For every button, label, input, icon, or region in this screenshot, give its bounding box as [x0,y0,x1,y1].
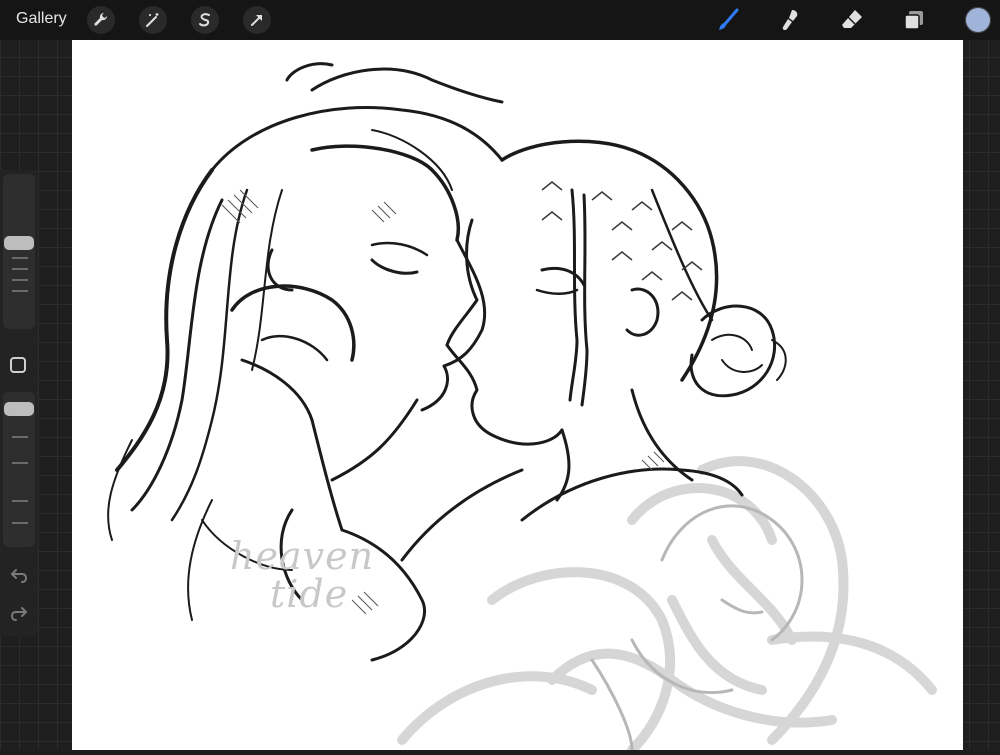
drawing-canvas[interactable]: heaven tide [72,40,963,755]
sketch-artwork [107,62,937,755]
redo-icon [10,607,28,621]
watermark-line-1: heaven [230,534,375,578]
transform-arrow-icon [251,15,262,26]
smudge-tool-button[interactable] [774,4,806,36]
modify-square-icon[interactable] [10,357,26,373]
artist-watermark: heaven tide [230,537,374,613]
slider-tick [12,500,28,502]
left-sidebar [0,170,38,636]
slider-tick [12,290,28,292]
slider-tick [12,436,28,438]
brush-size-slider[interactable] [3,174,35,329]
smudge-icon [782,10,798,31]
magic-wand-icon [146,13,159,27]
adjustments-button[interactable] [139,6,167,34]
color-picker-button[interactable] [965,7,991,33]
brush-opacity-thumb[interactable] [4,402,34,416]
watermark-line-2: tide [270,572,349,616]
transform-button[interactable] [243,6,271,34]
top-toolbar: Gallery [0,0,1000,40]
slider-tick [12,522,28,524]
eraser-icon [842,10,862,28]
brush-opacity-slider[interactable] [3,392,35,547]
slider-tick [12,462,28,464]
slider-tick [12,257,28,259]
slider-tick [12,279,28,281]
undo-button[interactable] [8,566,30,586]
layers-button[interactable] [898,4,930,36]
slider-tick [12,268,28,270]
brush-tool-button[interactable] [712,4,744,36]
brush-icon [719,8,739,30]
selection-icon [199,13,210,27]
selection-button[interactable] [191,6,219,34]
undo-icon [10,569,28,583]
wrench-icon [94,12,108,26]
layers-icon [904,11,923,30]
eraser-tool-button[interactable] [836,4,868,36]
actions-button[interactable] [87,6,115,34]
gallery-button[interactable]: Gallery [16,10,67,28]
redo-button[interactable] [8,604,30,624]
brush-size-thumb[interactable] [4,236,34,250]
